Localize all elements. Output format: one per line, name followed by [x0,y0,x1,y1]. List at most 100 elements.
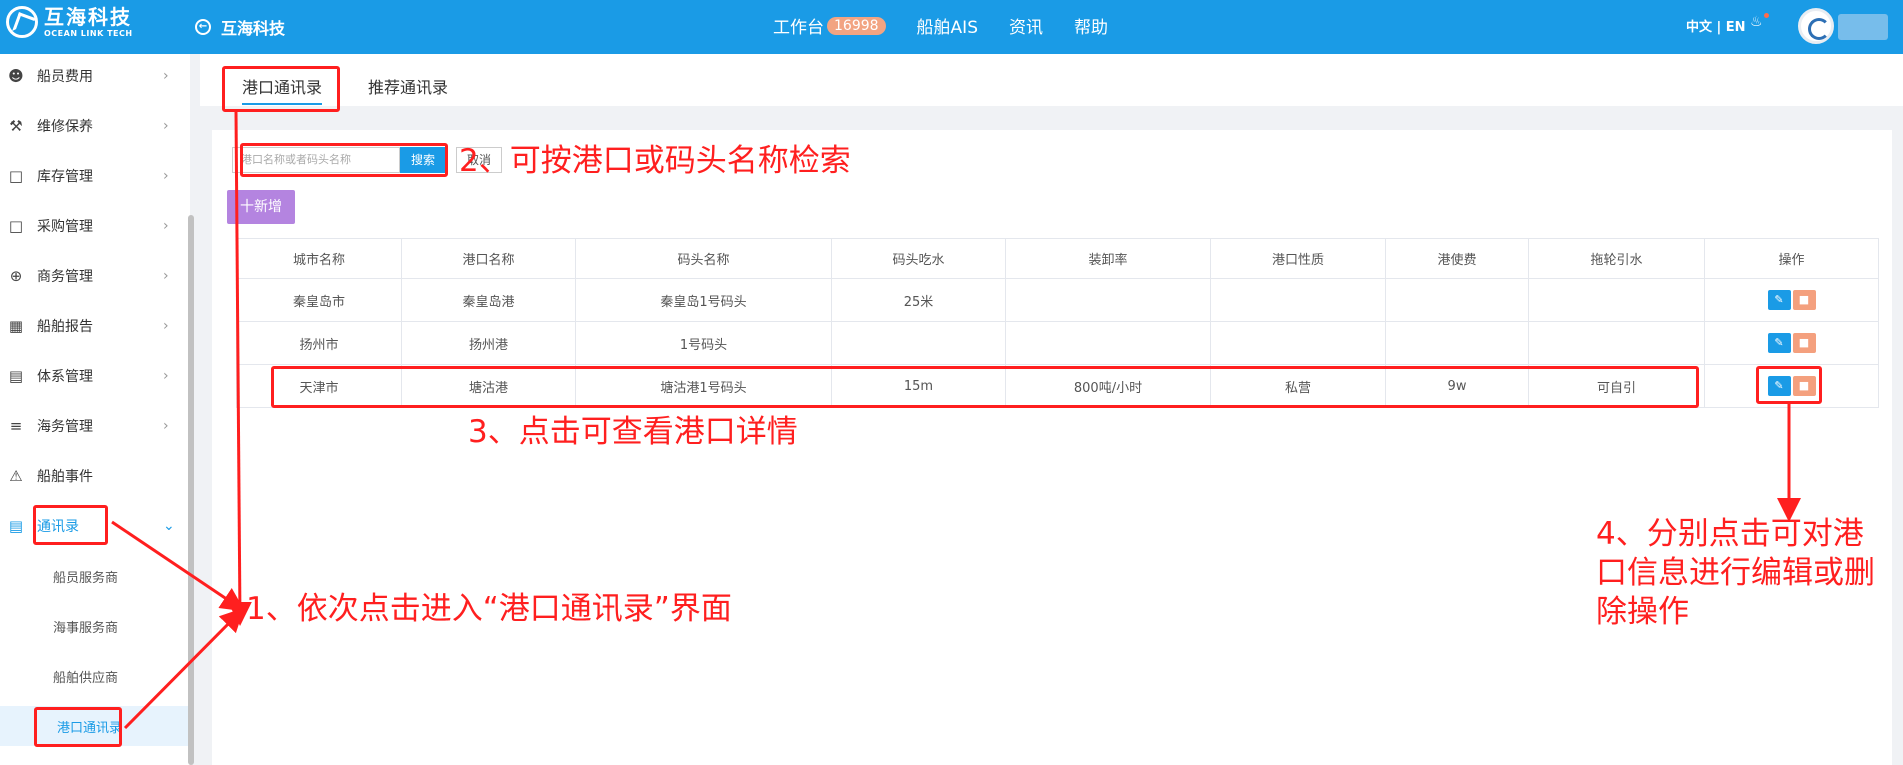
sidebar-subitem-label: 海事服务商 [53,620,119,636]
bell-icon[interactable]: ♨ [1750,14,1763,30]
table-cell [1005,278,1211,322]
document-icon: ▤ [8,367,24,385]
add-button[interactable]: 十新增 [227,190,295,224]
sidebar-item-label: 船员费用 [37,69,93,85]
calendar-icon: ▦ [8,317,24,335]
bag-icon: □ [8,167,24,185]
table-cell [1210,321,1386,365]
chevron-right-icon: › [163,68,169,84]
column-header: 操作 [1704,238,1879,279]
sidebar-item-ship-events[interactable]: ⚠ 船舶事件 [0,456,190,496]
table-cell-actions: ✎ ■ [1704,321,1879,365]
sidebar-item-label: 库存管理 [37,169,93,185]
annotation-step1: 1、依次点击进入“港口通讯录”界面 [246,591,732,627]
globe-icon: ⊕ [9,267,23,285]
chevron-right-icon: › [163,318,169,334]
nav-help[interactable]: 帮助 [1074,13,1108,38]
table-cell [831,321,1006,365]
top-nav: 工作台 16998 船舶AIS 资讯 帮助 [773,13,1139,38]
sidebar-item-label: 体系管理 [37,369,93,385]
trash-icon[interactable]: ■ [1792,290,1816,310]
annotation-step4-line3: 除操作 [1596,593,1689,630]
sidebar-item-purchasing[interactable]: □ 采购管理 › [0,206,190,246]
highlight-port-contacts-box [34,707,122,747]
back-button[interactable]: ← 互海科技 [195,15,285,39]
column-header: 码头吃水 [831,238,1006,279]
signpost-icon: ≡ [9,417,23,435]
table-cell: 扬州市 [236,321,402,365]
column-header: 拖轮引水 [1528,238,1705,279]
sidebar-subitem-label: 船员服务商 [53,570,119,586]
sidebar-item-crew-expenses[interactable]: ☻ 船员费用 › [0,56,190,96]
logo-icon [6,6,38,38]
table-row[interactable]: 扬州市 扬州港 1号码头 ✎ ■ [236,321,1879,365]
sidebar-scrollbar[interactable] [188,215,194,765]
sidebar-item-business[interactable]: ⊕ 商务管理 › [0,256,190,296]
logo-subtitle: OCEAN LINK TECH [44,28,133,38]
sidebar-item-label: 海务管理 [37,419,93,435]
chevron-right-icon: › [163,168,169,184]
table-cell: 秦皇岛市 [236,278,402,322]
notification-dot [1764,13,1769,18]
annotation-step4: 4、分别点击可对港 口信息进行编辑或删 除操作 [1596,515,1875,631]
table-row[interactable]: 秦皇岛市 秦皇岛港 秦皇岛1号码头 25米 ✎ ■ [236,278,1879,322]
sidebar-item-marine[interactable]: ≡ 海务管理 › [0,406,190,446]
user-name-blurred[interactable] [1838,14,1888,40]
table-cell [1005,321,1211,365]
chevron-down-icon: ⌄ [163,518,175,534]
column-header: 港口名称 [401,238,576,279]
nav-news[interactable]: 资讯 [1009,13,1043,38]
annotation-step4-line1: 4、分别点击可对港 [1596,516,1864,552]
annotation-step3: 3、点击可查看港口详情 [468,414,798,450]
back-arrow-icon: ← [195,19,211,35]
column-header: 港口性质 [1210,238,1386,279]
chevron-right-icon: › [163,368,169,384]
sidebar-item-label: 船舶事件 [37,469,93,485]
sidebar-item-inventory[interactable]: □ 库存管理 › [0,156,190,196]
table-cell [1385,278,1529,322]
column-header: 港使费 [1385,238,1529,279]
avatar[interactable] [1798,8,1834,44]
table-cell: 25米 [831,278,1006,322]
highlight-search-box [240,143,448,177]
logo[interactable]: 互海科技 OCEAN LINK TECH [6,6,133,38]
sidebar-subitem-ship-suppliers[interactable]: 船舶供应商 [0,656,190,696]
table-cell: 秦皇岛港 [401,278,576,322]
table-cell: 秦皇岛1号码头 [575,278,832,322]
column-header: 码头名称 [575,238,832,279]
table-header-row: 城市名称 港口名称 码头名称 码头吃水 装卸率 港口性质 港使费 拖轮引水 操作 [236,238,1879,279]
sidebar-item-label: 维修保养 [37,119,93,135]
sidebar-item-label: 采购管理 [37,219,93,235]
annotation-step4-line2: 口信息进行编辑或删 [1596,554,1875,591]
highlight-tab-box [222,66,340,112]
chevron-right-icon: › [163,268,169,284]
nav-workbench[interactable]: 工作台 [773,13,824,38]
language-switch[interactable]: 中文 | EN [1686,16,1746,35]
tab-recommended-contacts[interactable]: 推荐通讯录 [368,74,448,98]
hammer-icon: ⚒ [9,117,23,135]
chevron-right-icon: › [163,218,169,234]
sidebar-item-ship-report[interactable]: ▦ 船舶报告 › [0,306,190,346]
edit-icon[interactable]: ✎ [1767,290,1791,310]
logo-title: 互海科技 [44,4,132,29]
chevron-right-icon: › [163,118,169,134]
warning-icon: ⚠ [9,467,23,485]
sidebar-item-system[interactable]: ▤ 体系管理 › [0,356,190,396]
highlight-contacts-box [33,505,108,545]
top-bar: 互海科技 OCEAN LINK TECH ← 互海科技 工作台 16998 船舶… [0,0,1903,54]
sidebar-subitem-crew-providers[interactable]: 船员服务商 [0,556,190,596]
table-cell: 1号码头 [575,321,832,365]
nav-ais[interactable]: 船舶AIS [917,13,978,38]
table-cell-actions: ✎ ■ [1704,278,1879,322]
edit-icon[interactable]: ✎ [1767,333,1791,353]
table-cell [1385,321,1529,365]
sidebar-item-label: 船舶报告 [37,319,93,335]
table-cell: 扬州港 [401,321,576,365]
trash-icon[interactable]: ■ [1792,333,1816,353]
sidebar-subitem-marine-providers[interactable]: 海事服务商 [0,606,190,646]
sidebar-subitem-label: 船舶供应商 [53,670,119,686]
table-cell [1528,321,1705,365]
sidebar-item-label: 商务管理 [37,269,93,285]
sidebar-item-maintenance[interactable]: ⚒ 维修保养 › [0,106,190,146]
cart-icon: □ [8,217,24,235]
